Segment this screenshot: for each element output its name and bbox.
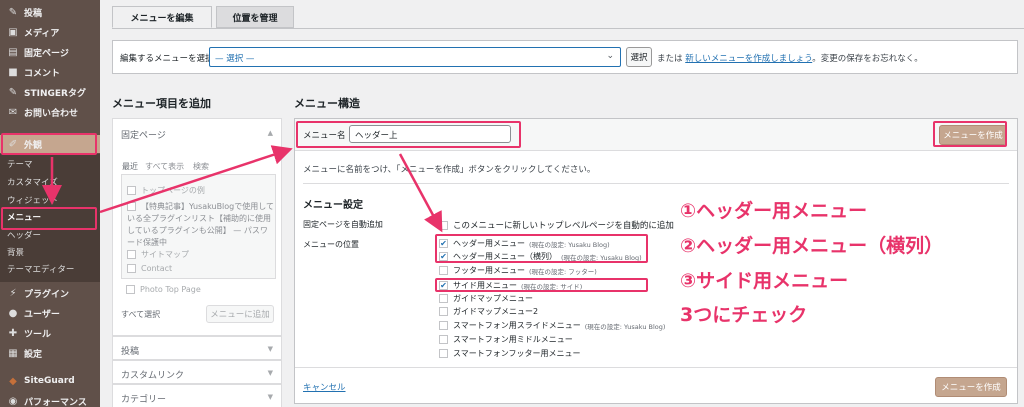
arrow-to-menu-name [99, 145, 293, 214]
arrow-to-locations [398, 153, 443, 233]
annotation-arrows [42, 145, 443, 233]
